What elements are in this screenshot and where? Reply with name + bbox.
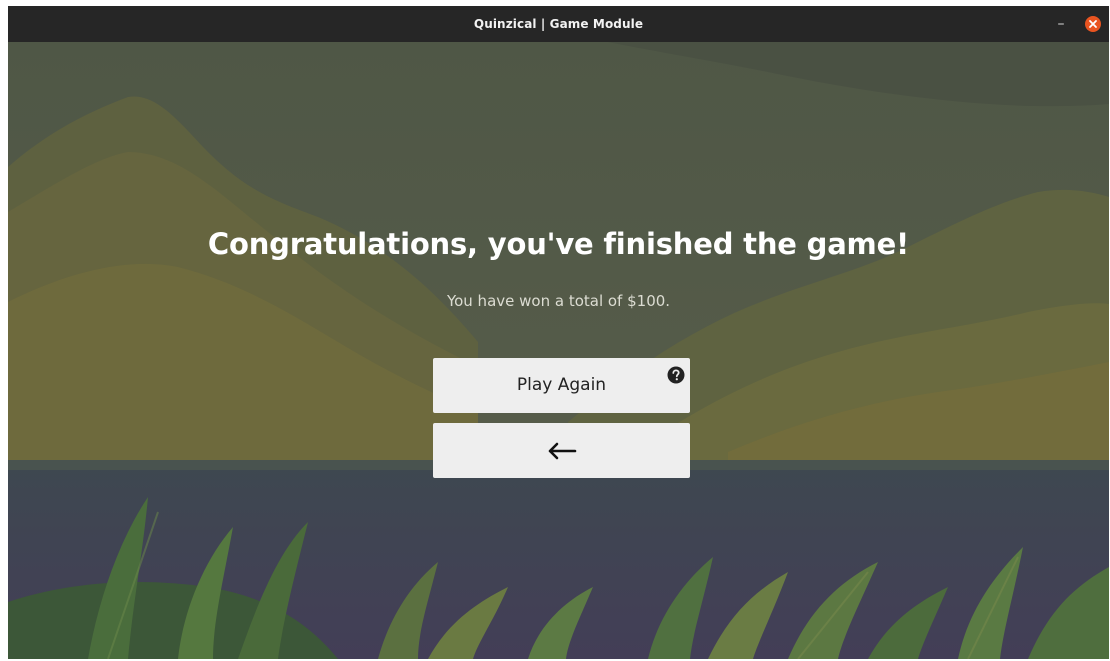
close-icon [1089,20,1097,28]
close-button[interactable] [1085,16,1101,32]
play-again-button[interactable]: Play Again [433,358,690,413]
back-button[interactable] [433,423,690,478]
arrow-left-icon [548,442,577,460]
question-circle-icon[interactable] [667,366,685,384]
title-bar[interactable]: Quinzical | Game Module – [8,6,1109,42]
game-scene: Congratulations, you've finished the gam… [8,42,1109,659]
landscape-background [8,42,1109,659]
congratulations-heading: Congratulations, you've finished the gam… [207,227,910,261]
app-window: Quinzical | Game Module – Congratulation… [8,6,1109,659]
minimize-button[interactable]: – [1053,16,1069,32]
play-again-label: Play Again [516,375,607,395]
winnings-text: You have won a total of $100. [446,292,671,310]
window-title: Quinzical | Game Module [473,17,644,31]
